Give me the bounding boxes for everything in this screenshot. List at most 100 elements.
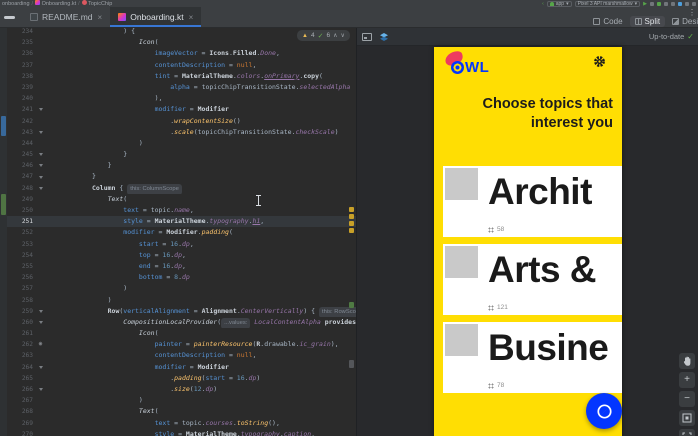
- fold-region[interactable]: [36, 384, 45, 395]
- code-line[interactable]: 239 alpha = topicChipTransitionState.sel…: [7, 82, 356, 93]
- code-line[interactable]: 240 ),: [7, 93, 356, 104]
- zoom-out-icon[interactable]: −: [679, 391, 695, 407]
- line-number[interactable]: 261: [7, 328, 36, 339]
- line-number[interactable]: 243: [7, 127, 36, 138]
- inspections-widget[interactable]: ▲4 ✓6 ∧ ∨: [297, 30, 350, 41]
- zoom-to-fit-icon[interactable]: [679, 429, 695, 436]
- fold-region[interactable]: +: [36, 339, 45, 350]
- topic-card[interactable]: Busine78: [443, 322, 622, 393]
- scrollbar-thumb[interactable]: [349, 360, 354, 368]
- profiler-icon[interactable]: [664, 2, 668, 6]
- line-number[interactable]: 237: [7, 60, 36, 71]
- line-number[interactable]: 270: [7, 429, 36, 436]
- code-line[interactable]: 270 style = MaterialTheme.typography.cap…: [7, 429, 356, 436]
- debug-icon[interactable]: [657, 2, 661, 6]
- fold-region[interactable]: [36, 127, 45, 138]
- line-number[interactable]: 248: [7, 183, 36, 194]
- line-number[interactable]: 241: [7, 104, 36, 115]
- code-line[interactable]: 261 Icon(: [7, 328, 356, 339]
- code-line[interactable]: 241 modifier = Modifier: [7, 104, 356, 115]
- code-line[interactable]: 259 Row(verticalAlignment = Alignment.Ce…: [7, 306, 356, 317]
- line-number[interactable]: 266: [7, 384, 36, 395]
- code-line[interactable]: 258 ): [7, 295, 356, 306]
- code-line[interactable]: 262+ painter = painterResource(R.drawabl…: [7, 339, 356, 350]
- breadcrumb[interactable]: onboarding/ Onboarding.kt/ TopicChip: [0, 0, 112, 7]
- line-number[interactable]: 260: [7, 317, 36, 328]
- line-number[interactable]: 250: [7, 205, 36, 216]
- code-line[interactable]: 253 start = 16.dp,: [7, 239, 356, 250]
- mode-design-button[interactable]: Design: [667, 16, 698, 27]
- line-number[interactable]: 247: [7, 171, 36, 182]
- code-line[interactable]: 245 }: [7, 149, 356, 160]
- tab-onboarding-kt[interactable]: Onboarding.kt×: [110, 7, 201, 27]
- line-number[interactable]: 234: [7, 28, 36, 37]
- code-line[interactable]: 256 bottom = 8.dp: [7, 272, 356, 283]
- line-number[interactable]: 268: [7, 406, 36, 417]
- line-number[interactable]: 235: [7, 37, 36, 48]
- fold-region[interactable]: [36, 183, 45, 194]
- fold-region[interactable]: [36, 104, 45, 115]
- fold-region[interactable]: [36, 149, 45, 160]
- code-line[interactable]: 236 imageVector = Icons.Filled.Done,: [7, 48, 356, 59]
- fold-region[interactable]: [36, 171, 45, 182]
- code-line[interactable]: 250 text = topic.name,: [7, 205, 356, 216]
- code-line[interactable]: 243 .scale(topicChipTransitionState.chec…: [7, 127, 356, 138]
- line-number[interactable]: 258: [7, 295, 36, 306]
- zoom-in-icon[interactable]: +: [679, 372, 695, 388]
- preview-view-options-icon[interactable]: [362, 33, 372, 41]
- line-number[interactable]: 269: [7, 418, 36, 429]
- code-line[interactable]: 251 style = MaterialTheme.typography.h1,: [7, 216, 356, 227]
- tab-readme-md[interactable]: README.md×: [22, 7, 110, 27]
- code-line[interactable]: 263 contentDescription = null,: [7, 350, 356, 361]
- code-line[interactable]: 264 modifier = Modifier: [7, 362, 356, 373]
- line-number[interactable]: 255: [7, 261, 36, 272]
- settings-gear-icon[interactable]: [692, 2, 696, 6]
- topic-card[interactable]: Archit58: [443, 166, 622, 237]
- code-line[interactable]: 267 ): [7, 395, 356, 406]
- line-number[interactable]: 246: [7, 160, 36, 171]
- code-line[interactable]: 242 .wrapContentSize(): [7, 116, 356, 127]
- code-line[interactable]: 254 top = 16.dp,: [7, 250, 356, 261]
- code-line[interactable]: 266 .size(12.dp): [7, 384, 356, 395]
- line-number[interactable]: 254: [7, 250, 36, 261]
- fold-region[interactable]: [36, 160, 45, 171]
- next-problem-icon[interactable]: ∨: [340, 32, 344, 39]
- module-selector[interactable]: app ▾: [547, 1, 572, 7]
- run-icon[interactable]: ▶: [643, 1, 647, 7]
- line-number[interactable]: 256: [7, 272, 36, 283]
- close-icon[interactable]: ×: [98, 13, 103, 22]
- code-line[interactable]: 249 Text(: [7, 194, 356, 205]
- code-line[interactable]: 260 CompositionLocalProvider(...values: …: [7, 317, 356, 328]
- line-number[interactable]: 265: [7, 373, 36, 384]
- continue-fab[interactable]: [586, 393, 622, 429]
- topic-card[interactable]: Arts &121: [443, 244, 622, 315]
- search-icon[interactable]: [685, 2, 689, 6]
- code-line[interactable]: 257 ): [7, 283, 356, 294]
- close-icon[interactable]: ×: [189, 13, 194, 22]
- layers-icon[interactable]: [379, 32, 389, 42]
- line-number[interactable]: 242: [7, 116, 36, 127]
- apply-changes-icon[interactable]: [650, 2, 654, 6]
- zoom-actual-icon[interactable]: [679, 410, 695, 426]
- line-number[interactable]: 262: [7, 339, 36, 350]
- back-icon[interactable]: ‹: [542, 1, 544, 7]
- line-number[interactable]: 267: [7, 395, 36, 406]
- mode-split-button[interactable]: Split: [630, 16, 666, 27]
- line-number[interactable]: 259: [7, 306, 36, 317]
- line-number[interactable]: 263: [7, 350, 36, 361]
- code-line[interactable]: 238 tint = MaterialTheme.colors.onPrimar…: [7, 71, 356, 82]
- line-number[interactable]: 236: [7, 48, 36, 59]
- sync-icon[interactable]: [678, 2, 682, 6]
- stripe-warning-mark[interactable]: [349, 207, 354, 212]
- code-editor[interactable]: 234 ) {235 Icon(236 imageVector = Icons.…: [0, 28, 356, 436]
- line-number[interactable]: 264: [7, 362, 36, 373]
- fold-region[interactable]: [36, 306, 45, 317]
- line-number[interactable]: 257: [7, 283, 36, 294]
- project-pane-stripe-icon[interactable]: [4, 16, 15, 19]
- line-number[interactable]: 244: [7, 138, 36, 149]
- line-number[interactable]: 251: [7, 216, 36, 227]
- fold-region[interactable]: [36, 317, 45, 328]
- code-line[interactable]: 248 Column { this: ColumnScope: [7, 183, 356, 194]
- stripe-info-mark[interactable]: [349, 302, 354, 308]
- pan-hand-icon[interactable]: [679, 353, 695, 369]
